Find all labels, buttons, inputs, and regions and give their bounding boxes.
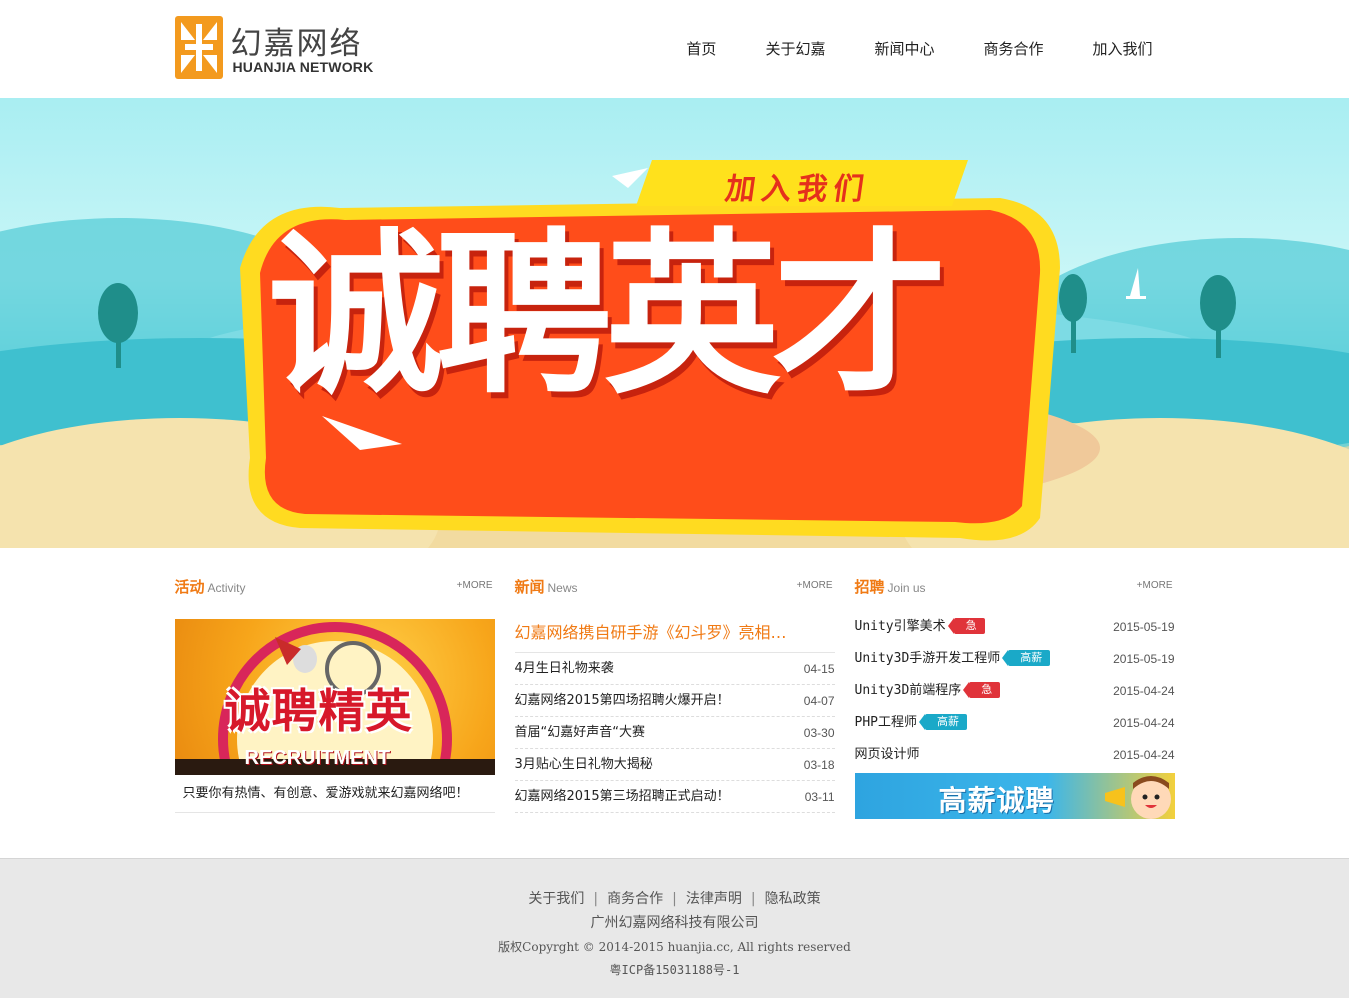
job-date: 2015-04-24	[1113, 684, 1175, 698]
main-nav: 首页 关于幻嘉 新闻中心 商务合作 加入我们	[686, 38, 1152, 59]
activity-image-title: 诚聘精英	[224, 684, 413, 738]
news-title: 新闻 News	[515, 578, 578, 596]
news-item-title: 4月生日礼物来袭	[514, 661, 614, 676]
news-item-title: 3月贴心生日礼物大揭秘	[514, 757, 653, 772]
nav-business[interactable]: 商务合作	[983, 38, 1043, 59]
activity-header: 活动 Activity +MORE	[175, 576, 495, 598]
logo-en-text: HUANJIA NETWORK	[232, 59, 374, 75]
footer-links: 关于我们 | 商务合作 | 法律声明 | 隐私政策	[0, 888, 1349, 908]
list-item[interactable]: PHP工程师 高薪 2015-04-24	[855, 707, 1175, 739]
list-item[interactable]: 网页设计师 2015-04-24	[855, 739, 1175, 771]
news-subtitle: News	[547, 581, 578, 595]
footer-separator: |	[593, 891, 599, 907]
activity-title: 活动 Activity	[175, 578, 246, 596]
news-headline-link[interactable]: 幻嘉网络携自研手游《幻斗罗》亮相…	[514, 619, 835, 653]
footer-icp: 粤ICP备15031188号-1	[609, 963, 740, 977]
jobs-title-cn: 招聘	[854, 578, 885, 596]
logo-mark-icon	[174, 16, 223, 79]
news-more-link[interactable]: +MORE	[797, 580, 833, 591]
news-header: 新闻 News +MORE	[515, 576, 835, 598]
main-content: 活动 Activity +MORE 诚聘精英 RECRUITMENT 只要你有热情…	[174, 548, 1175, 860]
news-item-date: 04-15	[803, 662, 835, 676]
jobs-banner-text: 高薪诚聘	[938, 784, 1055, 817]
jobs-title: 招聘 Join us	[855, 578, 926, 596]
nav-news[interactable]: 新闻中心	[874, 38, 934, 59]
job-title: Unity3D手游开发工程师	[854, 651, 1001, 666]
job-date: 2015-05-19	[1113, 652, 1175, 666]
footer-separator: |	[672, 891, 677, 907]
job-title: 网页设计师	[854, 747, 920, 762]
jobs-more-link[interactable]: +MORE	[1137, 580, 1173, 591]
list-item[interactable]: Unity引擎美术急 2015-05-19	[855, 611, 1175, 643]
list-item[interactable]: 3月贴心生日礼物大揭秘 03-18	[514, 749, 835, 781]
jobs-header: 招聘 Join us +MORE	[855, 576, 1175, 598]
news-item-title: 幻嘉网络2015第三场招聘正式启动！	[514, 789, 730, 804]
banner-tagline: 加入我们	[723, 172, 872, 207]
news-section: 新闻 News +MORE 幻嘉网络携自研手游《幻斗罗》亮相… 4月生日礼物来袭 0…	[514, 576, 835, 813]
banner-headline: 诚聘英才	[268, 213, 948, 418]
jobs-banner[interactable]: 高薪诚聘	[854, 773, 1175, 819]
high-salary-badge: 高薪	[918, 714, 967, 730]
site-footer: 关于我们 | 商务合作 | 法律声明 | 隐私政策 广州幻嘉网络科技有限公司 版权Copyr…	[0, 858, 1349, 998]
jobs-section: 招聘 Join us +MORE Unity引擎美术急 2015-05-19 Uni…	[854, 576, 1175, 819]
list-item[interactable]: 4月生日礼物来袭 04-15	[514, 653, 835, 685]
urgent-badge: 急	[947, 618, 985, 634]
activity-more-link[interactable]: +MORE	[457, 580, 493, 591]
footer-link-legal[interactable]: 法律声明	[686, 891, 742, 907]
nav-join[interactable]: 加入我们	[1092, 38, 1152, 59]
activity-subtitle: Activity	[207, 581, 246, 595]
list-item[interactable]: 首届“幻嘉好声音“大赛 03-30	[514, 717, 835, 749]
news-item-date: 04-07	[803, 694, 835, 708]
hero-banner[interactable]: 加入我们 诚聘英才	[0, 98, 1349, 548]
news-item-title: 幻嘉网络2015第四场招聘火爆开启！	[514, 693, 730, 708]
footer-copyright: 版权Copyrght © 2014-2015 huanjia.cc, All r…	[498, 940, 851, 954]
activity-section: 活动 Activity +MORE 诚聘精英 RECRUITMENT 只要你有热情…	[174, 576, 495, 813]
news-item-title: 首届“幻嘉好声音“大赛	[514, 725, 645, 740]
footer-link-about[interactable]: 关于我们	[528, 891, 584, 907]
activity-caption: 只要你有热情、有创意、爱游戏就来幻嘉网络吧！	[174, 775, 495, 813]
news-item-date: 03-11	[804, 790, 835, 804]
mascot-icon	[1104, 776, 1171, 819]
jobs-subtitle: Join us	[887, 581, 926, 595]
news-title-cn: 新闻	[514, 578, 545, 596]
footer-company: 广州幻嘉网络科技有限公司	[590, 915, 759, 931]
site-header: 幻嘉网络 HUANJIA NETWORK 首页 关于幻嘉 新闻中心 商务合作 加…	[0, 0, 1349, 98]
job-title: Unity引擎美术	[854, 619, 946, 634]
job-title: Unity3D前端程序	[854, 683, 962, 698]
jobs-list: Unity引擎美术急 2015-05-19 Unity3D手游开发工程师 高薪 201…	[855, 611, 1175, 771]
logo[interactable]: 幻嘉网络 HUANJIA NETWORK	[174, 16, 385, 80]
footer-link-business[interactable]: 商务合作	[607, 891, 663, 907]
nav-home[interactable]: 首页	[686, 38, 716, 59]
news-item-date: 03-30	[803, 726, 835, 740]
job-date: 2015-04-24	[1113, 716, 1175, 730]
list-item[interactable]: 幻嘉网络2015第四场招聘火爆开启！ 04-07	[514, 685, 835, 717]
list-item[interactable]: Unity3D前端程序急 2015-04-24	[855, 675, 1175, 707]
urgent-badge: 急	[963, 682, 1001, 698]
activity-title-cn: 活动	[174, 578, 205, 596]
activity-image-sub: RECRUITMENT	[244, 747, 391, 769]
job-date: 2015-04-24	[1113, 748, 1175, 762]
job-title: PHP工程师	[854, 715, 917, 730]
news-list: 4月生日礼物来袭 04-15 幻嘉网络2015第四场招聘火爆开启！ 04-07 首届…	[514, 653, 835, 813]
high-salary-badge: 高薪	[1002, 650, 1051, 666]
news-item-date: 03-18	[803, 758, 835, 772]
job-date: 2015-05-19	[1113, 620, 1175, 634]
logo-cn-text: 幻嘉网络	[230, 26, 363, 62]
footer-separator: |	[750, 891, 756, 907]
footer-link-privacy[interactable]: 隐私政策	[765, 891, 821, 907]
list-item[interactable]: Unity3D手游开发工程师 高薪 2015-05-19	[855, 643, 1175, 675]
nav-about[interactable]: 关于幻嘉	[765, 38, 825, 59]
activity-image[interactable]: 诚聘精英 RECRUITMENT	[174, 619, 495, 775]
list-item[interactable]: 幻嘉网络2015第三场招聘正式启动！ 03-11	[514, 781, 835, 813]
